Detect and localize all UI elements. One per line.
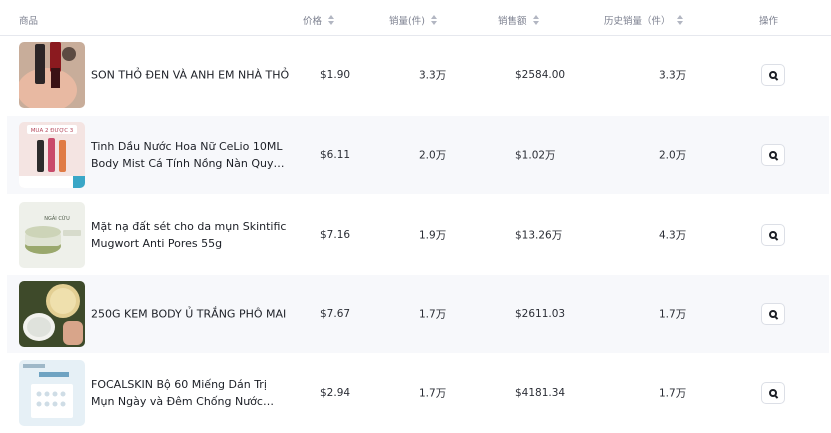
price-value: $7.67 [320, 308, 351, 320]
sales-value: 1.7万 [419, 387, 447, 400]
header-product: 商品 [19, 16, 39, 27]
amount-value: $1.02万 [515, 149, 556, 162]
search-icon [769, 71, 777, 79]
table-header: 商品 价格 销量(件) 销售额 历史销量（件） 操作 [0, 0, 831, 36]
table-row[interactable]: SON THỎ ĐEN VÀ ANH EM NHÀ THỎ $1.90 3.3万… [7, 36, 829, 114]
header-sales[interactable]: 销量(件) [389, 13, 437, 27]
sort-icon[interactable] [676, 15, 683, 25]
svg-text:MUA 2 ĐƯỢC 3: MUA 2 ĐƯỢC 3 [31, 128, 74, 134]
product-thumbnail[interactable] [19, 281, 85, 347]
product-name[interactable]: Tinh Dầu Nước Hoa Nữ CeLio 10ML Body Mis… [91, 138, 291, 172]
sales-value: 3.3万 [419, 69, 447, 82]
product-thumbnail[interactable]: NGẢI CỨU [19, 202, 85, 268]
header-amount[interactable]: 销售额 [498, 13, 539, 27]
sort-icon[interactable] [532, 15, 539, 25]
view-detail-button[interactable] [761, 224, 785, 246]
search-icon [769, 389, 777, 397]
sales-value: 1.9万 [419, 229, 447, 242]
search-icon [769, 310, 777, 318]
table-row[interactable]: FOCALSKIN Bộ 60 Miếng Dán Trị Mụn Ngày v… [7, 354, 829, 432]
price-value: $6.11 [320, 149, 351, 161]
view-detail-button[interactable] [761, 64, 785, 86]
sales-value: 1.7万 [419, 308, 447, 321]
price-value: $2.94 [320, 387, 351, 399]
amount-value: $2584.00 [515, 69, 566, 81]
view-detail-button[interactable] [761, 382, 785, 404]
product-name[interactable]: SON THỎ ĐEN VÀ ANH EM NHÀ THỎ [91, 67, 291, 84]
product-table: 商品 价格 销量(件) 销售额 历史销量（件） 操作 SON THỎ ĐEN V… [0, 0, 831, 433]
header-history[interactable]: 历史销量（件） [604, 13, 683, 27]
product-thumbnail[interactable] [19, 42, 85, 108]
sort-icon[interactable] [430, 15, 437, 25]
price-value: $7.16 [320, 229, 351, 241]
history-sales-value: 3.3万 [659, 69, 687, 82]
search-icon [769, 231, 777, 239]
table-row[interactable]: 250G KEM BODY Ủ TRẮNG PHÔ MAI $7.67 1.7万… [7, 275, 829, 353]
search-icon [769, 151, 777, 159]
product-name[interactable]: Mặt nạ đất sét cho da mụn Skintific Mugw… [91, 218, 291, 252]
amount-value: $13.26万 [515, 229, 563, 242]
history-sales-value: 4.3万 [659, 229, 687, 242]
table-row[interactable]: MUA 2 ĐƯỢC 3 Tinh Dầu Nước Hoa Nữ CeLio … [7, 116, 829, 194]
history-sales-value: 1.7万 [659, 387, 687, 400]
header-price[interactable]: 价格 [303, 13, 335, 27]
history-sales-value: 2.0万 [659, 149, 687, 162]
price-value: $1.90 [320, 69, 351, 81]
sales-value: 2.0万 [419, 149, 447, 162]
sort-icon[interactable] [328, 15, 335, 25]
svg-text:NGẢI CỨU: NGẢI CỨU [44, 214, 70, 222]
amount-value: $2611.03 [515, 308, 566, 320]
product-thumbnail[interactable]: MUA 2 ĐƯỢC 3 [19, 122, 85, 188]
product-thumbnail[interactable] [19, 360, 85, 426]
product-name[interactable]: FOCALSKIN Bộ 60 Miếng Dán Trị Mụn Ngày v… [91, 376, 291, 410]
amount-value: $4181.34 [515, 387, 566, 399]
history-sales-value: 1.7万 [659, 308, 687, 321]
view-detail-button[interactable] [761, 144, 785, 166]
product-name[interactable]: 250G KEM BODY Ủ TRẮNG PHÔ MAI [91, 306, 291, 323]
header-action: 操作 [759, 16, 779, 27]
table-row[interactable]: NGẢI CỨU Mặt nạ đất sét cho da mụn Skint… [7, 196, 829, 274]
view-detail-button[interactable] [761, 303, 785, 325]
